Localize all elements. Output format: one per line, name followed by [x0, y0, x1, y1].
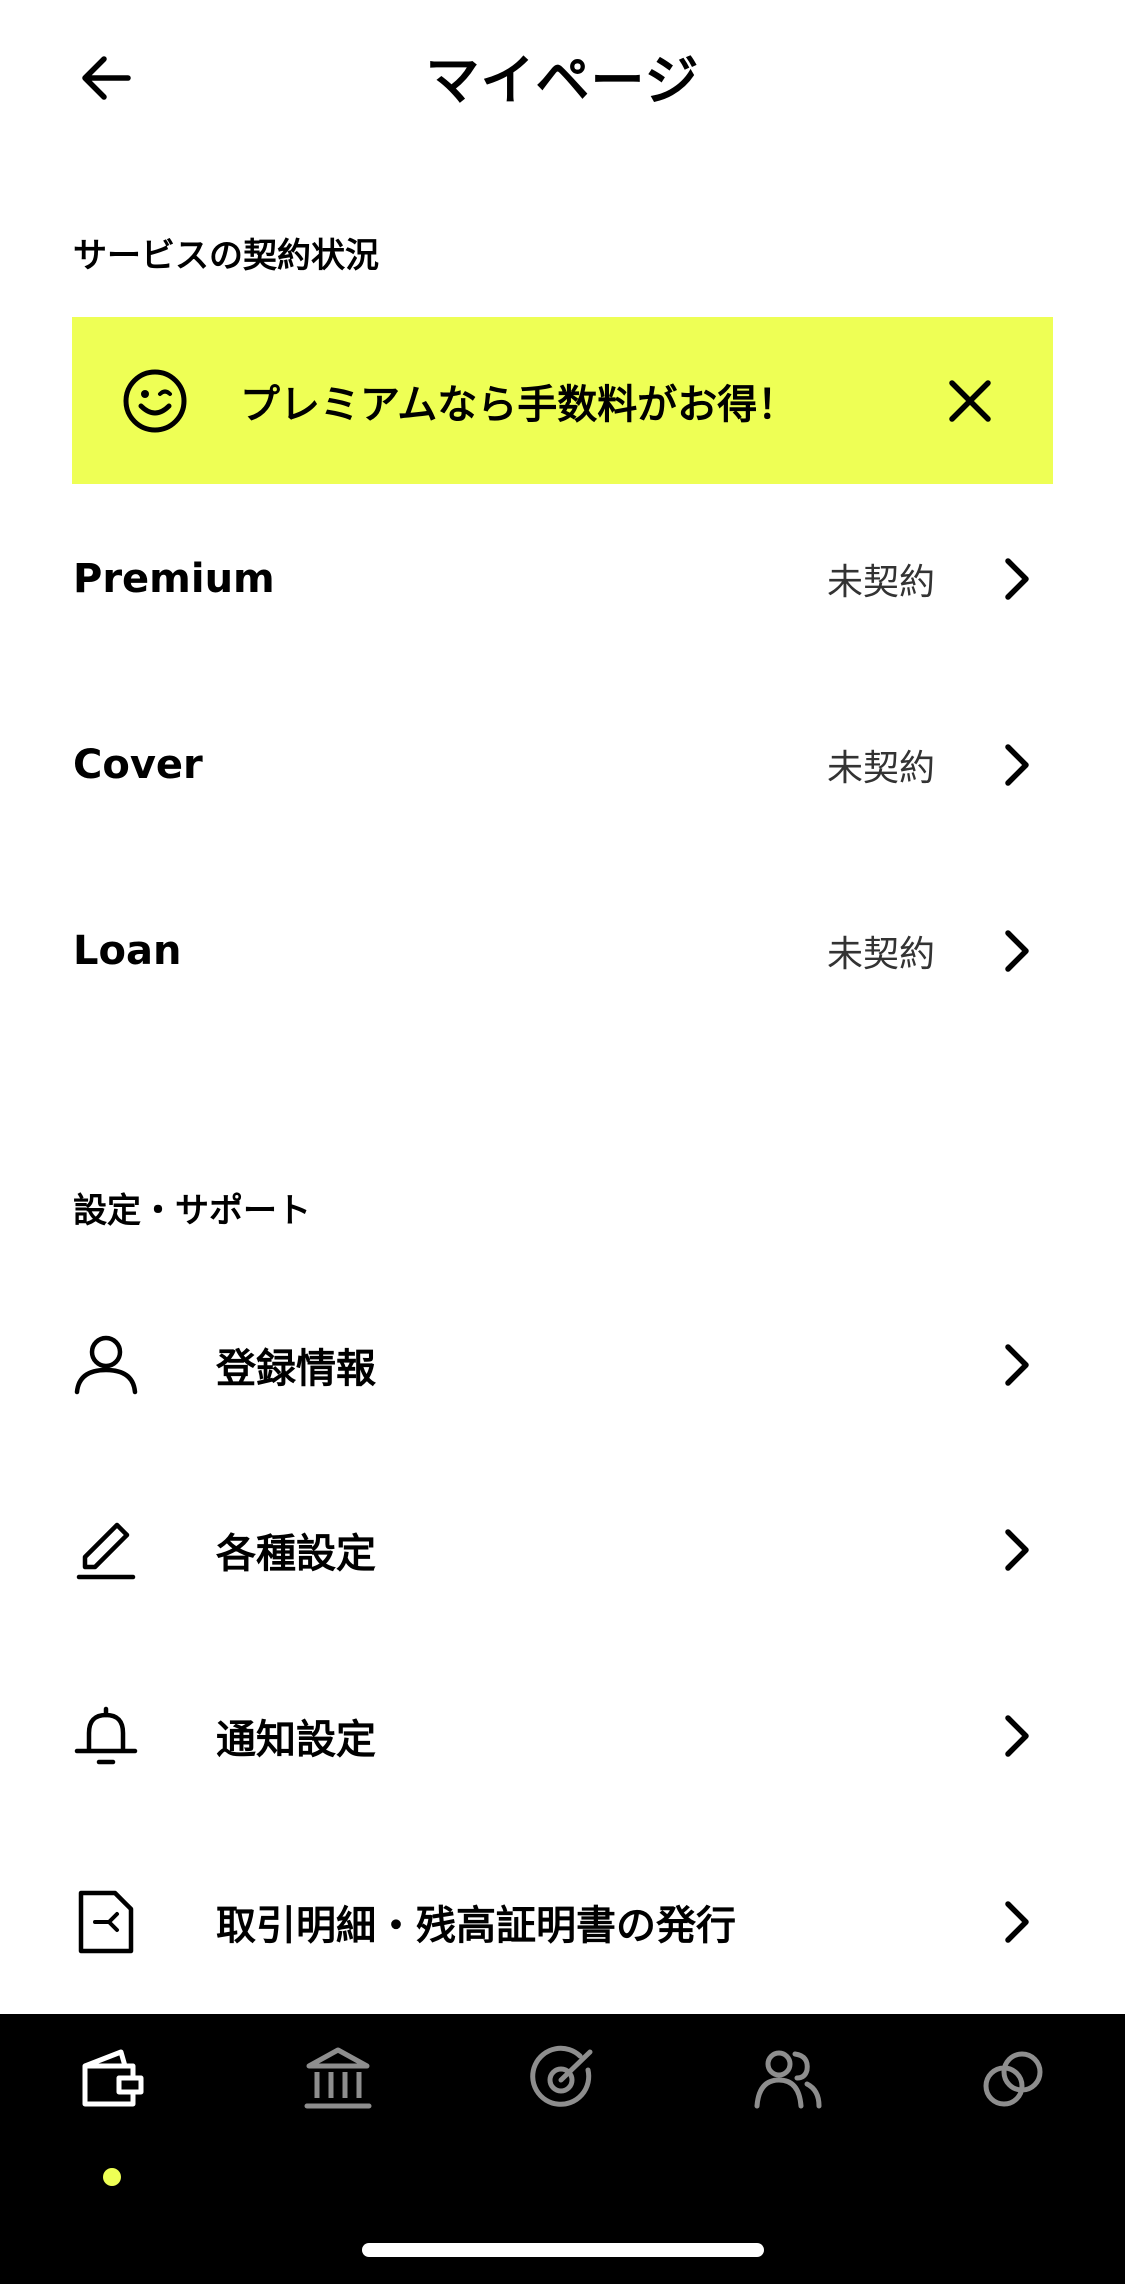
user-icon	[74, 1335, 138, 1395]
active-tab-indicator	[103, 2168, 121, 2186]
settings-item-registration[interactable]: 登録情報	[73, 1315, 1053, 1415]
chevron-right-icon	[1005, 1901, 1029, 1943]
premium-banner[interactable]: プレミアムなら手数料がお得！	[72, 317, 1053, 484]
wallet-icon	[82, 2049, 144, 2107]
header: マイページ	[0, 0, 1125, 150]
service-name: Premium	[73, 556, 275, 602]
chevron-right-icon	[1005, 1344, 1029, 1386]
chevron-right-icon	[1005, 558, 1029, 600]
settings-item-label: 通知設定	[216, 1717, 376, 1763]
tab-bank[interactable]	[288, 2044, 388, 2154]
chevron-right-icon	[1005, 1529, 1029, 1571]
service-name: Loan	[73, 928, 182, 974]
tab-goals[interactable]	[513, 2044, 613, 2154]
chevron-right-icon	[1005, 930, 1029, 972]
target-icon	[530, 2045, 593, 2107]
smile-icon	[123, 369, 187, 432]
bell-icon	[74, 1706, 138, 1765]
tab-wallet[interactable]	[62, 2044, 162, 2186]
people-icon	[754, 2050, 822, 2109]
document-icon	[78, 1890, 134, 1954]
service-row-cover[interactable]: Cover 未契約	[73, 715, 1053, 815]
settings-item-label: 登録情報	[216, 1346, 376, 1392]
chevron-right-icon	[1005, 744, 1029, 786]
chevron-right-icon	[1005, 1715, 1029, 1757]
link-icon	[983, 2051, 1043, 2107]
banner-text: プレミアムなら手数料がお得！	[240, 381, 798, 428]
services-section-title: サービスの契約状況	[73, 236, 379, 276]
settings-item-label: 各種設定	[216, 1531, 376, 1577]
banner-close-button[interactable]	[940, 371, 1000, 431]
page-title: マイページ	[425, 49, 700, 112]
service-name: Cover	[73, 742, 203, 788]
tab-link[interactable]	[963, 2044, 1063, 2154]
bank-icon	[304, 2047, 372, 2109]
service-status: 未契約	[826, 562, 935, 603]
service-status: 未契約	[826, 748, 935, 789]
settings-item-general[interactable]: 各種設定	[73, 1500, 1053, 1600]
service-status: 未契約	[826, 934, 935, 975]
settings-item-notifications[interactable]: 通知設定	[73, 1686, 1053, 1786]
pencil-icon	[76, 1522, 136, 1580]
home-indicator	[362, 2243, 764, 2257]
close-icon	[949, 379, 991, 422]
service-row-loan[interactable]: Loan 未契約	[73, 901, 1053, 1001]
settings-item-label: 取引明細・残高証明書の発行	[216, 1903, 736, 1949]
settings-section-title: 設定・サポート	[73, 1191, 311, 1231]
tab-people[interactable]	[738, 2044, 838, 2154]
service-row-premium[interactable]: Premium 未契約	[73, 529, 1053, 629]
settings-item-statements[interactable]: 取引明細・残高証明書の発行	[73, 1872, 1053, 1972]
bottom-tab-bar	[0, 2014, 1125, 2284]
